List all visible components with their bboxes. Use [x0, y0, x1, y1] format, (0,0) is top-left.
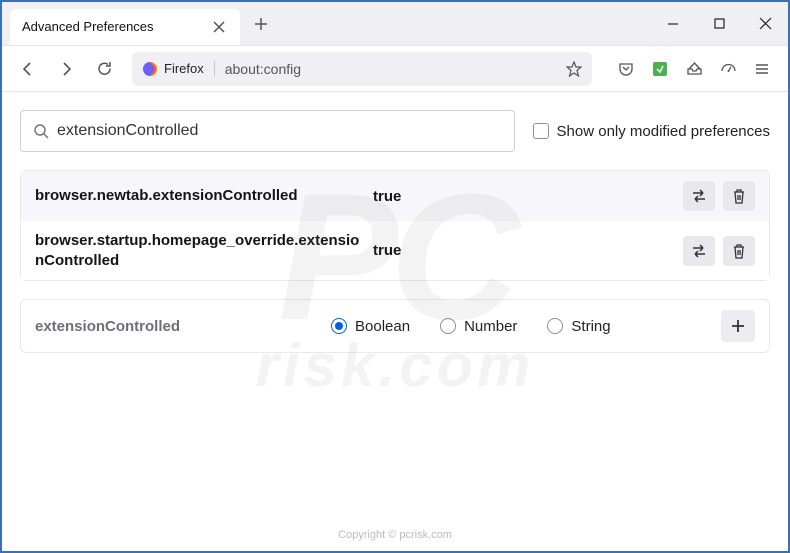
identity-box[interactable]: Firefox: [142, 61, 215, 77]
toggle-button[interactable]: [683, 236, 715, 266]
search-input[interactable]: [57, 122, 502, 140]
window-controls: [650, 4, 788, 44]
bookmark-star-icon[interactable]: [566, 61, 582, 77]
inbox-icon[interactable]: [678, 53, 710, 85]
checkbox-icon: [533, 123, 549, 139]
url-text: about:config: [225, 61, 566, 77]
browser-tab[interactable]: Advanced Preferences: [10, 9, 240, 45]
pref-value: true: [365, 188, 683, 205]
extension-icon[interactable]: [644, 53, 676, 85]
radio-boolean[interactable]: Boolean: [331, 318, 410, 335]
forward-button[interactable]: [50, 53, 82, 85]
delete-button[interactable]: [723, 236, 755, 266]
new-tab-button[interactable]: [246, 9, 276, 39]
menu-button[interactable]: [746, 53, 778, 85]
maximize-button[interactable]: [696, 4, 742, 44]
dashboard-icon[interactable]: [712, 53, 744, 85]
about-config-content: Show only modified preferences browser.n…: [2, 92, 788, 371]
back-button[interactable]: [12, 53, 44, 85]
toolbar: Firefox about:config: [2, 46, 788, 92]
add-pref-button[interactable]: [721, 310, 755, 342]
radio-icon: [440, 318, 456, 334]
radio-string[interactable]: String: [547, 318, 610, 335]
minimize-button[interactable]: [650, 4, 696, 44]
preferences-table: browser.newtab.extensionControlled true …: [20, 170, 770, 281]
radio-icon: [331, 318, 347, 334]
radio-number[interactable]: Number: [440, 318, 517, 335]
new-pref-name: extensionControlled: [35, 318, 331, 335]
toggle-button[interactable]: [683, 181, 715, 211]
titlebar: Advanced Preferences: [2, 2, 788, 46]
url-bar[interactable]: Firefox about:config: [132, 52, 592, 86]
close-tab-icon[interactable]: [210, 18, 228, 36]
identity-label: Firefox: [164, 61, 204, 76]
delete-button[interactable]: [723, 181, 755, 211]
pref-name: browser.newtab.extensionControlled: [35, 186, 365, 206]
new-pref-row: extensionControlled Boolean Number Strin…: [20, 299, 770, 353]
search-box[interactable]: [20, 110, 515, 152]
search-icon: [33, 123, 49, 139]
close-window-button[interactable]: [742, 4, 788, 44]
pocket-icon[interactable]: [610, 53, 642, 85]
type-radio-group: Boolean Number String: [331, 318, 721, 335]
show-modified-label: Show only modified preferences: [557, 123, 770, 140]
pref-row: browser.newtab.extensionControlled true: [21, 171, 769, 221]
tab-title: Advanced Preferences: [22, 19, 210, 34]
pref-name: browser.startup.homepage_override.extens…: [35, 231, 365, 270]
pref-row: browser.startup.homepage_override.extens…: [21, 221, 769, 280]
reload-button[interactable]: [88, 53, 120, 85]
pref-value: true: [365, 242, 683, 259]
radio-icon: [547, 318, 563, 334]
watermark-copyright: Copyright © pcrisk.com: [338, 529, 452, 541]
firefox-icon: [142, 61, 158, 77]
show-modified-checkbox[interactable]: Show only modified preferences: [533, 123, 770, 140]
